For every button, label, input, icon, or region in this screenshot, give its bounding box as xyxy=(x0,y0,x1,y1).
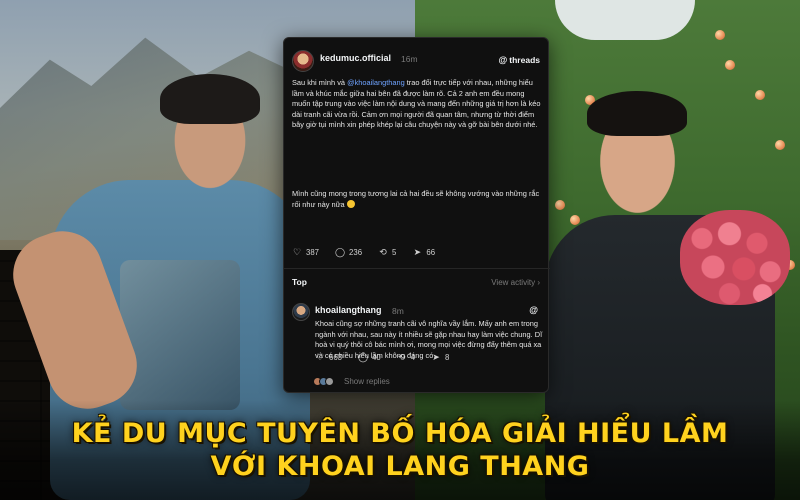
fruit-dot xyxy=(555,200,565,210)
avatar[interactable] xyxy=(292,50,314,72)
share-icon: ➤ xyxy=(413,247,422,257)
reply-time: 8m xyxy=(392,306,404,316)
post-body-2: Mình cũng mong trong tương lai cả hai đề… xyxy=(292,189,544,210)
mention-link[interactable]: @khoailangthang xyxy=(347,78,405,87)
divider xyxy=(284,268,550,269)
right-person-hair xyxy=(587,91,687,136)
comment-button[interactable]: ◯ 236 xyxy=(335,247,362,258)
sky-patch xyxy=(555,0,695,40)
reply-share-count: 8 xyxy=(445,353,450,362)
left-person-hair xyxy=(160,74,260,124)
like-count: 387 xyxy=(306,248,320,257)
repost-button[interactable]: ⟲ 5 xyxy=(378,247,396,258)
reply-avatar[interactable] xyxy=(292,303,310,321)
avatar xyxy=(325,377,334,386)
reply-author-handle[interactable]: khoailangthang xyxy=(315,305,382,315)
post-text: Sau khi mình và xyxy=(292,78,348,87)
headline: KẺ DU MỤC TUYÊN BỐ HÓA GIẢI HIỂU LẦM VỚI… xyxy=(0,418,800,484)
reply-actions: ♡ 663 ◯ 40 ⟲ 4 ➤ 8 xyxy=(315,352,449,363)
replier-avatars xyxy=(313,377,334,386)
fruit-dot xyxy=(725,60,735,70)
post-text: Mình cũng mong trong tương lai cả hai đề… xyxy=(292,189,540,209)
reply-threads-icon: @ xyxy=(529,305,538,315)
repost-icon: ⟲ xyxy=(379,247,387,257)
fruit-dot xyxy=(715,30,725,40)
threads-brand-label: threads xyxy=(509,55,540,65)
repost-icon: ⟲ xyxy=(397,352,406,362)
post-body: Sau khi mình và @khoailangthang trao đổi… xyxy=(292,78,544,131)
like-button[interactable]: ♡ 387 xyxy=(292,247,319,258)
share-icon: ➤ xyxy=(432,352,440,362)
comment-icon: ◯ xyxy=(358,352,369,362)
headline-line-1: KẺ DU MỤC TUYÊN BỐ HÓA GIẢI HIỂU LẦM xyxy=(71,418,729,449)
threads-icon: @ xyxy=(529,305,538,315)
comment-icon: ◯ xyxy=(335,247,346,257)
threads-post-card: kedumuc.official 16m @ threads Sau khi m… xyxy=(283,37,550,393)
post-author-handle[interactable]: kedumuc.official xyxy=(320,53,391,63)
post-actions: ♡ 387 ◯ 236 ⟲ 5 ➤ 66 xyxy=(292,247,435,258)
heart-icon: ♡ xyxy=(292,247,302,257)
share-count: 66 xyxy=(426,248,436,257)
threads-icon: @ xyxy=(498,55,508,65)
reply-comment-count: 40 xyxy=(372,353,381,362)
show-replies-link[interactable]: Show replies xyxy=(344,377,390,386)
reply-repost-button[interactable]: ⟲ 4 xyxy=(397,352,415,363)
reply-repost-count: 4 xyxy=(410,353,416,362)
repost-count: 5 xyxy=(392,248,397,257)
reply-share-button[interactable]: ➤ 8 xyxy=(431,352,449,363)
comment-count: 236 xyxy=(349,248,363,257)
view-activity-link[interactable]: View activity › xyxy=(491,278,540,287)
sort-top-label[interactable]: Top xyxy=(292,277,307,287)
reply-comment-button[interactable]: ◯ 40 xyxy=(358,352,381,363)
heart-icon: ♡ xyxy=(315,352,325,362)
sad-face-icon xyxy=(346,199,355,208)
share-button[interactable]: ➤ 66 xyxy=(412,247,435,258)
post-time: 16m xyxy=(401,54,418,64)
headline-line-2: VỚI KHOAI LANG THANG xyxy=(210,451,590,482)
reply-like-button[interactable]: ♡ 663 xyxy=(315,352,342,363)
chevron-right-icon: › xyxy=(537,278,540,287)
shirt-print xyxy=(120,260,240,410)
view-activity-label: View activity xyxy=(491,278,536,287)
reply-like-count: 663 xyxy=(329,353,343,362)
threads-logo: @ threads xyxy=(499,55,541,65)
lychee-bunch xyxy=(680,210,790,305)
